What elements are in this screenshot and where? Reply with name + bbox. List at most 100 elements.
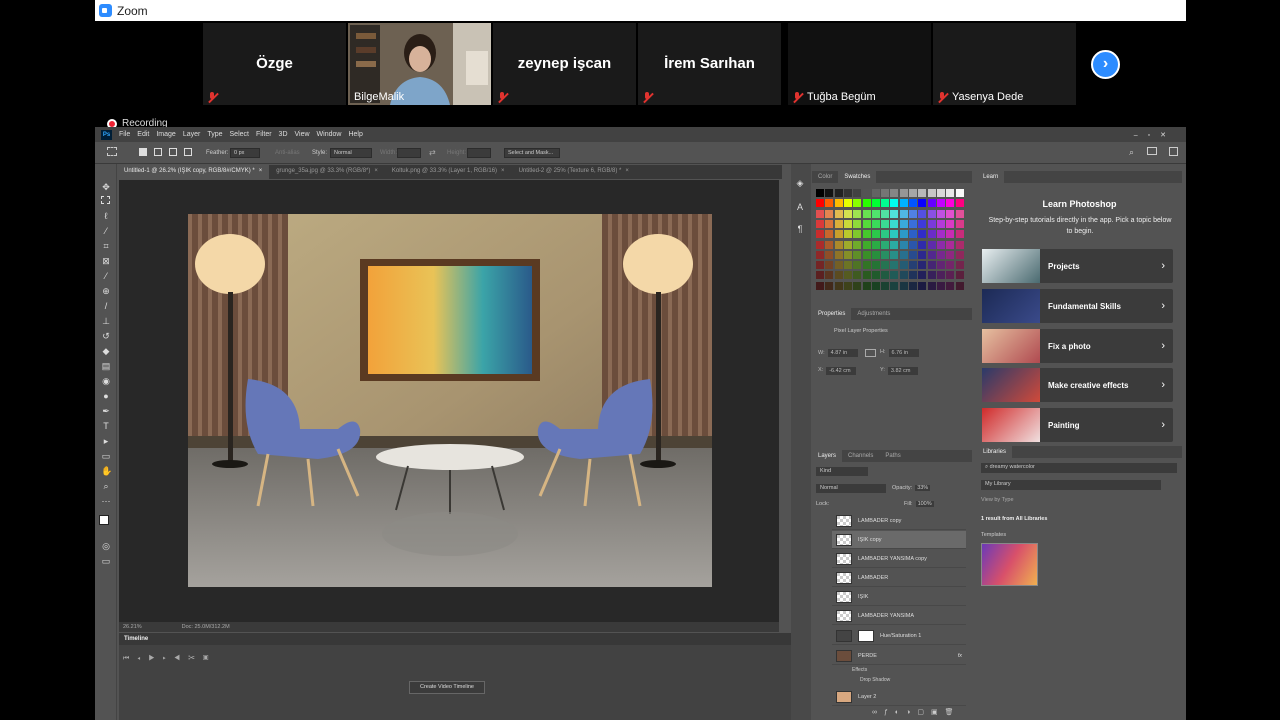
swatch[interactable] (825, 189, 834, 197)
doc-size[interactable]: Doc: 25.0M/312.2M (182, 624, 230, 630)
menu-file[interactable]: File (119, 131, 130, 138)
participant-tile[interactable]: Tuğba Begüm (788, 23, 931, 105)
opacity-input[interactable]: 33% (915, 485, 931, 491)
layer-row-selected[interactable]: IŞIK copy (832, 531, 966, 549)
swatch[interactable] (843, 199, 852, 208)
library-select[interactable]: My Library (981, 480, 1161, 490)
document-tab[interactable]: grunge_35a.jpg @ 33.3% (RGB/8*) × (269, 165, 385, 179)
swatch[interactable] (909, 281, 917, 290)
swatch[interactable] (881, 240, 890, 249)
swatch[interactable] (871, 250, 880, 259)
swatch[interactable] (871, 189, 880, 197)
swatch[interactable] (936, 281, 945, 290)
timeline-controls[interactable]: ⏮◂▶▸◀✂▣ (123, 655, 216, 663)
path-selection-icon[interactable]: ▸ (101, 436, 111, 446)
swatch[interactable] (927, 240, 936, 249)
menu-edit[interactable]: Edit (137, 131, 149, 138)
tab-adjustments[interactable]: Adjustments (851, 308, 896, 320)
drop-shadow-label[interactable]: Drop Shadow (860, 677, 890, 683)
swatch[interactable] (881, 261, 890, 270)
swatch[interactable] (862, 209, 871, 218)
swatch[interactable] (825, 250, 834, 259)
swatch[interactable] (881, 250, 890, 259)
zoom-tool-icon[interactable]: ⌕ (101, 481, 111, 491)
history-icon[interactable]: ◈ (795, 178, 805, 188)
swatch[interactable] (918, 209, 927, 218)
tab-properties[interactable]: Properties (812, 308, 852, 320)
swatch[interactable] (862, 250, 871, 259)
library-search-input[interactable]: ⌕ dreamy watercolor (981, 463, 1177, 473)
menu-select[interactable]: Select (230, 131, 249, 138)
gallery-next-button[interactable]: › (1091, 50, 1120, 79)
swatch[interactable] (955, 261, 964, 270)
swatch[interactable] (825, 219, 834, 228)
swatch[interactable] (946, 189, 955, 197)
swatch[interactable] (843, 250, 852, 259)
swatch[interactable] (955, 219, 964, 228)
layer-filter-kind[interactable]: Kind (816, 467, 868, 476)
swatch[interactable] (899, 240, 908, 249)
swatch[interactable] (955, 199, 964, 208)
swatch[interactable] (936, 261, 945, 270)
swatch[interactable] (834, 219, 843, 228)
link-icon[interactable] (865, 349, 876, 357)
swatch[interactable] (899, 209, 908, 218)
pen-tool-icon[interactable]: ✒ (101, 406, 111, 416)
layer-row[interactable]: Layer 2 (832, 688, 966, 706)
close-icon[interactable]: × (259, 168, 263, 176)
swatch[interactable] (936, 209, 945, 218)
swatch[interactable] (890, 250, 899, 259)
swatch[interactable] (853, 219, 862, 228)
menu-layer[interactable]: Layer (183, 131, 201, 138)
swatch[interactable] (843, 189, 852, 197)
blur-tool-icon[interactable]: ◉ (101, 376, 111, 386)
marquee-tool-icon[interactable] (107, 147, 117, 156)
height-input[interactable] (467, 148, 491, 158)
zoom-level[interactable]: 26.21% (123, 624, 142, 630)
view-by-select[interactable]: View by Type (981, 497, 1014, 503)
move-tool-icon[interactable]: ✥ (101, 182, 111, 192)
swatch[interactable] (909, 261, 917, 270)
menu-filter[interactable]: Filter (256, 131, 272, 138)
swatch[interactable] (843, 261, 852, 270)
swatch[interactable] (918, 261, 927, 270)
swatch[interactable] (909, 240, 917, 249)
swatch[interactable] (881, 209, 890, 218)
swatch[interactable] (862, 189, 871, 197)
learn-card-creative-effects[interactable]: Make creative effects › (982, 368, 1173, 402)
swatch[interactable] (927, 199, 936, 208)
swatch[interactable] (862, 281, 871, 290)
menu-image[interactable]: Image (156, 131, 175, 138)
document-tab[interactable]: Koltuk.png @ 33.3% (Layer 1, RGB/16) × (385, 165, 512, 179)
swatch[interactable] (834, 261, 843, 270)
gradient-tool-icon[interactable]: ▤ (101, 361, 111, 371)
layer-row[interactable]: IŞIK (832, 588, 966, 606)
swatch[interactable] (816, 250, 824, 259)
crop-tool-icon[interactable]: ⌗ (101, 241, 111, 251)
swatch[interactable] (946, 261, 955, 270)
swatch[interactable] (834, 209, 843, 218)
participant-tile[interactable]: Özge (203, 23, 346, 105)
search-icon[interactable]: ⌕ (1129, 147, 1134, 158)
swatch[interactable] (946, 240, 955, 249)
swatch[interactable] (834, 250, 843, 259)
swatch[interactable] (825, 199, 834, 208)
menu-help[interactable]: Help (348, 131, 362, 138)
swatch[interactable] (909, 230, 917, 239)
swatch[interactable] (946, 219, 955, 228)
swatch[interactable] (881, 189, 890, 197)
swatch[interactable] (946, 199, 955, 208)
swatch[interactable] (871, 261, 880, 270)
close-icon[interactable]: × (501, 168, 505, 176)
swatch[interactable] (853, 209, 862, 218)
swatch[interactable] (927, 281, 936, 290)
swap-icon[interactable]: ⇄ (429, 148, 436, 157)
foreground-color-swatch[interactable] (99, 515, 109, 525)
swatch[interactable] (816, 230, 824, 239)
swatch[interactable] (843, 240, 852, 249)
swatch[interactable] (955, 230, 964, 239)
swatch[interactable] (890, 281, 899, 290)
swatch[interactable] (881, 281, 890, 290)
select-and-mask-button[interactable]: Select and Mask... (504, 148, 560, 158)
template-thumbnail[interactable] (981, 543, 1038, 586)
